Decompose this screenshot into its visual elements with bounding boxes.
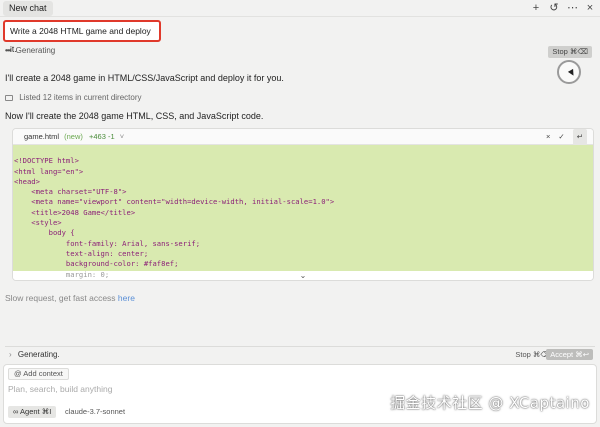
user-prompt: Write a 2048 HTML game and deploy it. [3,20,161,54]
more-icon[interactable]: ⋯ [567,1,578,15]
fast-access-link[interactable]: here [118,293,135,303]
code-line: background-color: #faf8ef; [14,259,179,269]
code-line: <!DOCTYPE html> [14,156,79,166]
generating-bar: › Generating. Stop ⌘⌫ Accept ⌘↩ [5,346,595,362]
expand-chevron-icon[interactable]: ˅ [120,132,124,141]
slow-request-text: Slow request, get fast access [5,293,118,303]
folder-icon [5,94,13,101]
code-body: <!DOCTYPE html> <html lang="en"> <head> <m… [13,145,593,279]
filename[interactable]: game.html [24,132,59,141]
tool-call-label: Listed 12 items in current directory [19,93,142,102]
apply-arrow-icon[interactable]: ↵ [572,129,587,145]
generating-bar-label: Generating. [17,350,60,359]
assistant-message-now: Now I'll create the 2048 game HTML, CSS,… [5,111,264,121]
plus-icon[interactable]: + [531,1,541,15]
code-line: <title>2048 Game</title> [14,207,136,217]
diff-stats: +463 -1 [88,132,115,141]
top-icons: + ↺ ⋯ × [531,1,595,15]
accept-check-icon[interactable]: ✓ [558,129,564,145]
accept-button[interactable]: Accept ⌘↩ [546,349,593,360]
code-line: <head> [14,176,40,186]
generating-status: ••• Generating Stop ⌘⌫ [5,46,595,60]
chevron-right-icon[interactable]: › [9,350,12,359]
history-icon[interactable]: ↺ [549,1,559,15]
stop-button[interactable]: Stop ⌘⌫ [548,46,592,58]
slow-request-notice: Slow request, get fast access here [5,293,135,303]
tool-call-listed[interactable]: Listed 12 items in current directory [5,93,142,102]
code-line: font-family: Arial, sans-serif; [14,238,201,248]
mouse-cursor-icon [557,60,581,84]
agent-mode-button[interactable]: ∞ Agent ⌘I [8,406,57,418]
close-icon[interactable]: × [585,1,595,15]
code-line: <meta name="viewport" content="width=dev… [14,197,335,207]
code-line: body { [14,228,75,238]
assistant-message-intro: I'll create a 2048 game in HTML/CSS/Java… [5,73,284,83]
reject-icon[interactable]: × [546,129,550,145]
add-context-button[interactable]: @ Add context [8,368,69,380]
watermark: 掘金技术社区 @ XCaptaino [390,394,590,412]
generating-label: Generating [15,46,56,55]
code-line: <meta charset="UTF-8"> [14,187,127,197]
top-bar: New chat + ↺ ⋯ × [0,0,600,17]
code-line: <html lang="en"> [14,166,84,176]
code-diff-card: game.html (new) +463 -1 ˅ × ✓ ↵ <!DOCTYP… [12,128,594,281]
code-line: text-align: center; [14,248,149,258]
generating-dots-icon: ••• [5,46,11,55]
code-line: <style> [14,218,62,228]
new-file-tag: (new) [64,132,83,141]
model-selector[interactable]: claude-3.7-sonnet [65,406,125,418]
code-card-tools: × ✓ ↵ [546,129,587,145]
chat-input[interactable]: Plan, search, build anything [8,384,112,394]
tab-new-chat[interactable]: New chat [3,1,53,16]
code-card-header[interactable]: game.html (new) +463 -1 ˅ × ✓ ↵ [13,129,593,145]
